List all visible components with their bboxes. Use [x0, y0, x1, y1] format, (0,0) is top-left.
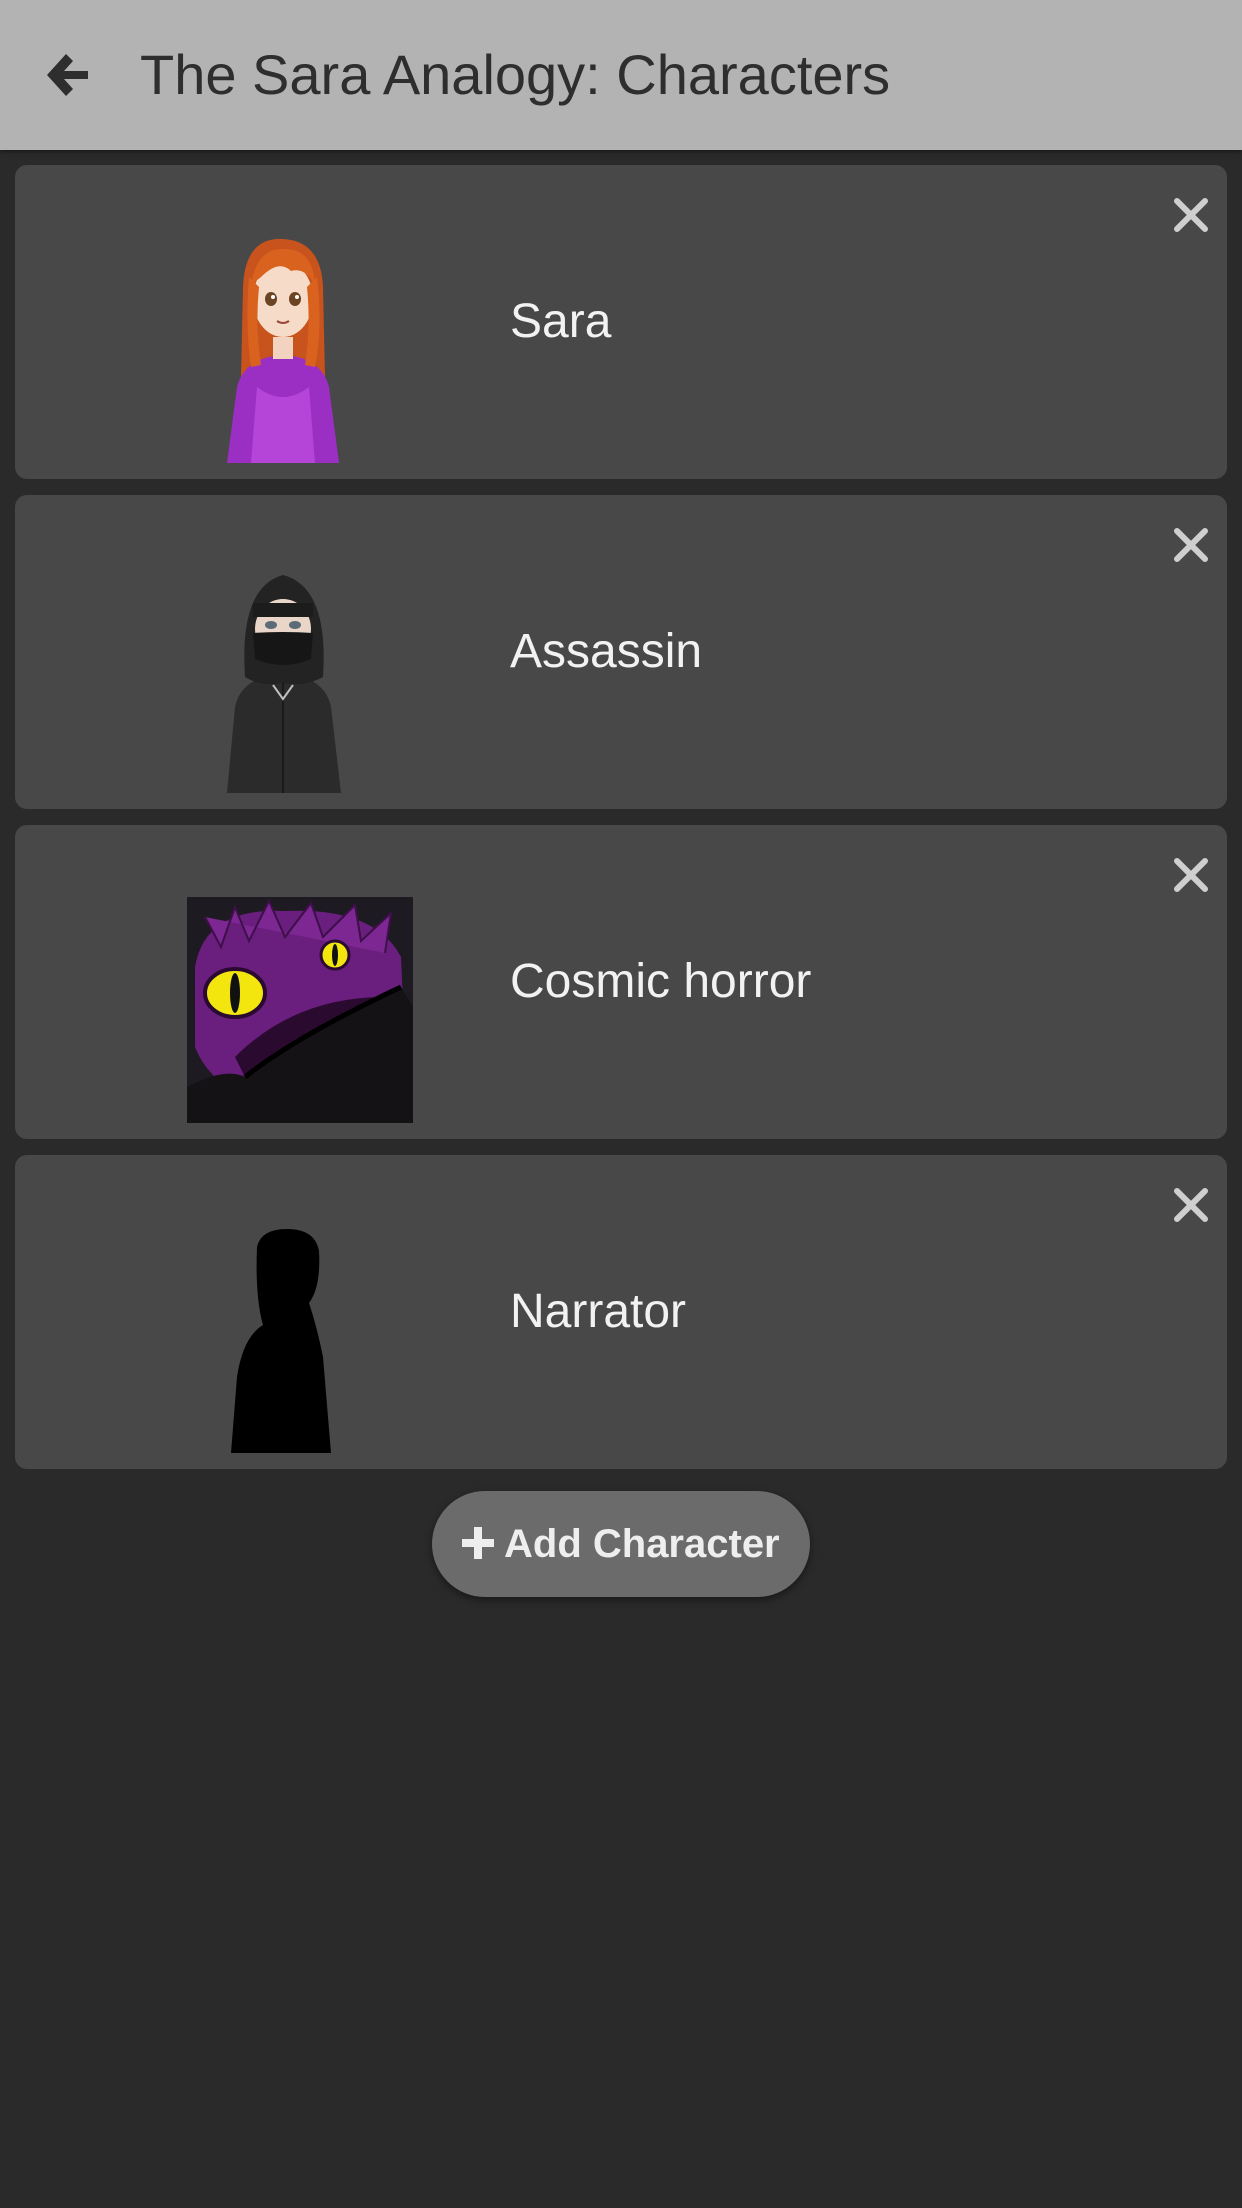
remove-character-button[interactable]	[1167, 191, 1215, 239]
back-button[interactable]	[30, 38, 110, 112]
page-title: The Sara Analogy: Characters	[140, 43, 891, 106]
close-icon	[1174, 528, 1208, 562]
character-avatar-sara	[165, 237, 435, 463]
remove-character-button[interactable]	[1167, 521, 1215, 569]
character-card-narrator[interactable]: Narrator	[15, 1155, 1227, 1469]
plus-icon	[462, 1527, 494, 1559]
character-avatar-assassin	[165, 567, 435, 793]
close-icon	[1174, 1188, 1208, 1222]
close-icon	[1174, 858, 1208, 892]
character-list: Sara Assassin Cosmic horror Narrator	[15, 165, 1227, 1485]
remove-character-button[interactable]	[1167, 1181, 1215, 1229]
add-character-label: Add Character	[504, 1522, 780, 1566]
app-header: The Sara Analogy: Characters	[0, 0, 1242, 150]
arrow-left-icon	[47, 54, 88, 96]
close-icon	[1174, 198, 1208, 232]
character-name: Narrator	[510, 1285, 687, 1338]
character-name: Sara	[510, 295, 612, 348]
character-card-cosmic-horror[interactable]: Cosmic horror	[15, 825, 1227, 1139]
character-card-assassin[interactable]: Assassin	[15, 495, 1227, 809]
remove-character-button[interactable]	[1167, 851, 1215, 899]
character-avatar-cosmic-horror	[165, 897, 435, 1123]
character-card-sara[interactable]: Sara	[15, 165, 1227, 479]
character-name: Assassin	[510, 625, 703, 678]
character-avatar-narrator	[165, 1227, 435, 1453]
add-character-button[interactable]: Add Character	[432, 1491, 810, 1597]
character-name: Cosmic horror	[510, 955, 812, 1008]
